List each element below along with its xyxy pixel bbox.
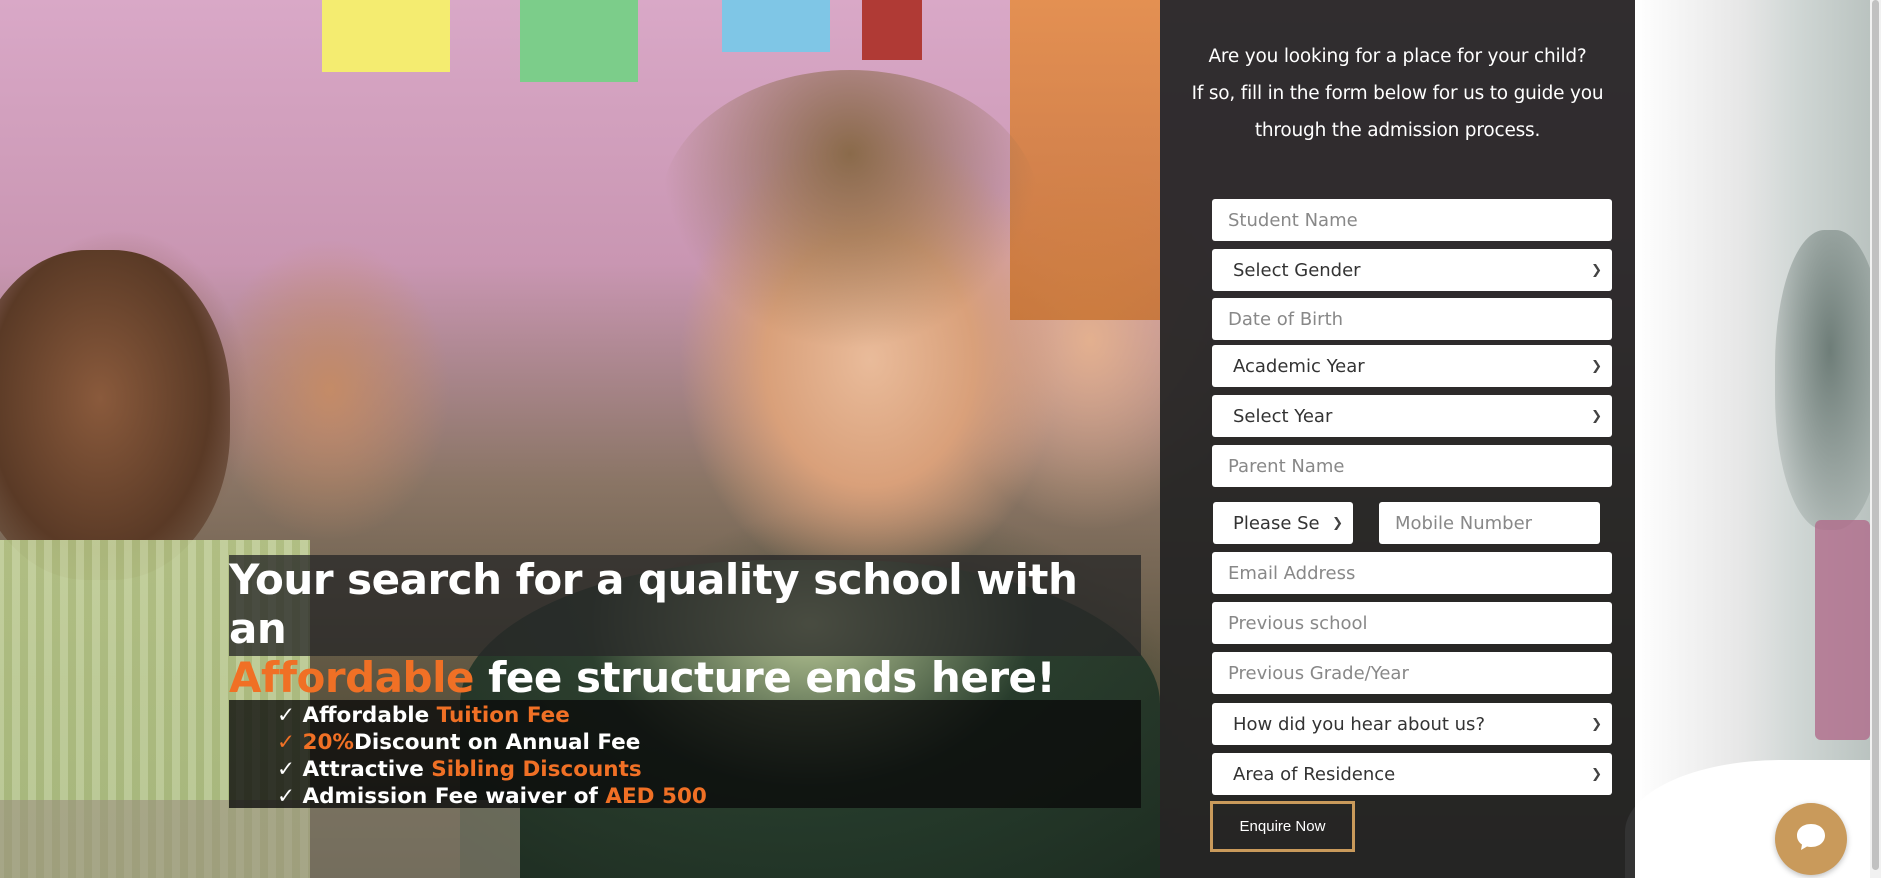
headline-line-2-text: fee structure ends here! (473, 653, 1056, 702)
headline-line-1: Your search for a quality school with an (229, 555, 1078, 653)
headline-line-2: Affordable fee structure ends here! (229, 653, 1141, 702)
hero-headline: Your search for a quality school with an… (229, 555, 1141, 702)
chevron-down-icon: ❯ (1591, 262, 1602, 278)
classroom-desk (0, 800, 520, 878)
benefit-item: ✓ Admission Fee waiver of AED 500 (277, 784, 707, 809)
previous-school-input[interactable]: Previous school (1212, 602, 1612, 644)
academic-year-select[interactable]: Academic Year ❯ (1212, 345, 1612, 387)
chevron-down-icon: ❯ (1591, 408, 1602, 424)
check-icon: ✓ (277, 784, 296, 809)
chevron-down-icon: ❯ (1591, 716, 1602, 732)
hear-about-us-select[interactable]: How did you hear about us? ❯ (1212, 703, 1612, 745)
parent-name-input[interactable]: Parent Name (1212, 445, 1612, 487)
wall-poster (722, 0, 830, 52)
enquiry-panel: Are you looking for a place for your chi… (1160, 0, 1635, 878)
page-scrollbar[interactable] (1870, 0, 1881, 878)
benefits-list: ✓ Affordable Tuition Fee ✓ 20%Discount o… (229, 700, 1141, 809)
chat-bubble-icon (1794, 821, 1828, 858)
gender-select[interactable]: Select Gender ❯ (1212, 249, 1612, 291)
check-icon: ✓ (277, 730, 296, 755)
wall-poster (862, 0, 922, 60)
enquiry-intro: Are you looking for a place for your chi… (1191, 46, 1604, 141)
chat-button[interactable] (1775, 803, 1847, 875)
student-figure (0, 250, 230, 580)
mobile-number-input[interactable]: Mobile Number (1379, 502, 1600, 544)
student-figure (1775, 230, 1881, 530)
enquire-now-button[interactable]: Enquire Now (1210, 801, 1355, 852)
date-of-birth-input[interactable]: Date of Birth (1212, 298, 1612, 340)
area-of-residence-select[interactable]: Area of Residence ❯ (1212, 753, 1612, 795)
right-photo-strip (1625, 0, 1881, 878)
scrollbar-thumb[interactable] (1872, 0, 1879, 870)
wall-poster (322, 0, 450, 72)
year-select[interactable]: Select Year ❯ (1212, 395, 1612, 437)
chevron-down-icon: ❯ (1591, 358, 1602, 374)
wall-poster (520, 0, 638, 82)
previous-grade-input[interactable]: Previous Grade/Year (1212, 652, 1612, 694)
benefit-item: ✓ Attractive Sibling Discounts (277, 757, 642, 782)
country-code-select[interactable]: Please Se ❯ (1213, 502, 1353, 544)
benefit-item: ✓ 20%Discount on Annual Fee (277, 730, 641, 755)
headline-highlight: Affordable (229, 653, 474, 702)
student-name-input[interactable]: Student Name (1212, 199, 1612, 241)
check-icon: ✓ (277, 757, 296, 782)
classroom-chair (1815, 520, 1870, 740)
benefit-item: ✓ Affordable Tuition Fee (277, 703, 570, 728)
email-input[interactable]: Email Address (1212, 552, 1612, 594)
chevron-down-icon: ❯ (1591, 766, 1602, 782)
decorative-curve (1625, 760, 1881, 878)
student-figure (660, 70, 1040, 350)
chevron-down-icon: ❯ (1332, 515, 1343, 531)
check-icon: ✓ (277, 703, 296, 728)
